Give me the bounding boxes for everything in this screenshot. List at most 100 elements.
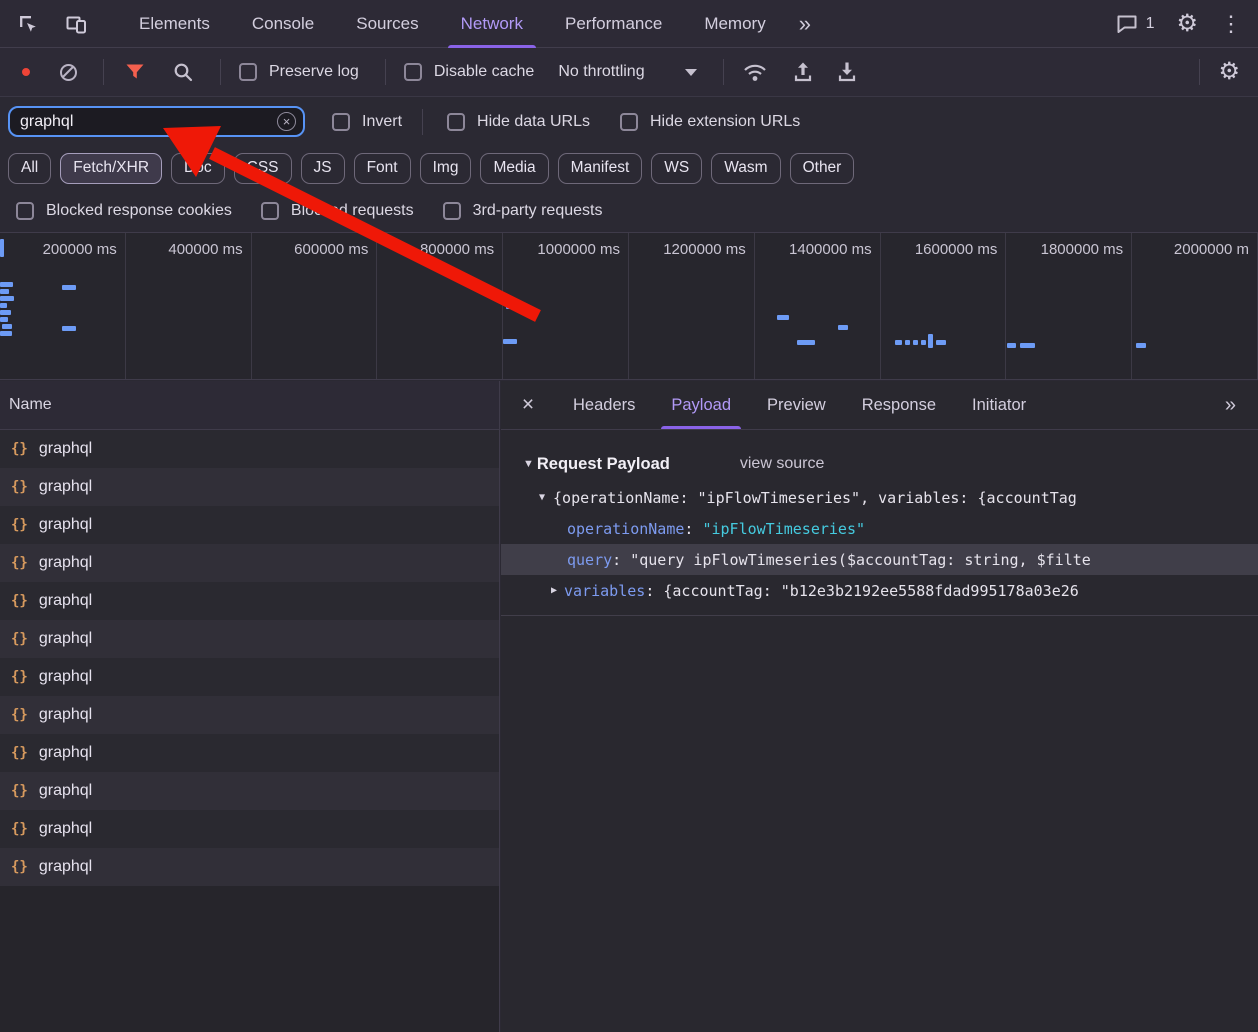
type-filter-chip[interactable]: Font [353,152,411,184]
fetch-xhr-icon: {} [11,707,28,723]
vertical-divider [722,59,724,85]
panel-tab[interactable]: Network [440,0,544,48]
timeline-tick-label: 800000 ms [419,241,495,258]
payload-root-row[interactable]: ▼ {operationName: "ipFlowTimeseries", va… [501,482,1258,513]
type-filter-chip[interactable]: JS [300,152,345,184]
toolbar-left-icons [0,12,88,36]
type-filter-chip[interactable]: Wasm [711,152,781,184]
expand-triangle-icon[interactable]: ▶ [551,585,557,596]
panel-tab[interactable]: Memory [683,0,786,48]
search-icon[interactable] [172,61,194,83]
request-row[interactable]: {} graphql [0,696,499,734]
checkbox-box[interactable] [332,112,350,131]
detail-tab[interactable]: Initiator [954,381,1044,429]
detail-tab[interactable]: Preview [749,381,844,429]
expand-triangle-icon[interactable]: ▼ [539,492,545,503]
kebab-menu-icon[interactable]: ⋮ [1220,12,1242,35]
type-filter-chip[interactable]: Media [480,152,549,184]
payload-value: "query ipFlowTimeseries($accountTag: str… [630,550,1091,569]
collapse-triangle-icon[interactable]: ▼ [523,458,534,470]
detail-tab[interactable]: Payload [653,381,749,429]
panel-tab[interactable]: Elements [118,0,231,48]
type-filter-chip[interactable]: WS [651,152,703,184]
type-filter-chip[interactable]: CSS [233,152,292,184]
request-name: graphql [38,630,93,647]
inspect-element-icon[interactable] [16,12,40,36]
checkbox-box[interactable] [619,112,638,131]
panel-tab[interactable]: Sources [335,0,439,48]
checkbox-box[interactable] [16,202,34,220]
payload-operation-row[interactable]: operationName: "ipFlowTimeseries" [501,513,1258,544]
detail-tab[interactable]: Response [844,381,954,429]
timeline-tick-label: 1800000 ms [1040,241,1124,258]
payload-value: "ipFlowTimeseries" [702,519,866,538]
request-row[interactable]: {} graphql [0,734,499,772]
colon: : [684,519,703,538]
view-source-link[interactable]: view source [740,455,824,473]
chevron-down-icon [684,68,697,76]
request-row[interactable]: {} graphql [0,544,499,582]
network-conditions-icon[interactable] [742,61,768,83]
clear-network-log-icon[interactable] [60,63,77,81]
fetch-xhr-icon: {} [11,517,28,533]
network-overview-timeline[interactable]: 200000 ms 400000 ms 600000 ms 800000 ms … [0,232,1258,380]
filter-icon[interactable] [124,61,146,83]
checkbox-box[interactable] [447,112,466,131]
request-row[interactable]: {} graphql [0,506,499,544]
preserve-log-checkbox[interactable]: Preserve log [239,63,359,81]
device-toolbar-icon[interactable] [64,12,88,36]
request-row[interactable]: {} graphql [0,430,499,468]
settings-gear-icon[interactable]: ⚙ [1176,11,1198,36]
request-row[interactable]: {} graphql [0,848,499,886]
throttling-select[interactable]: No throttling [558,63,697,81]
timeline-segment: 200000 ms [0,233,126,379]
detail-tabs: Headers Payload Preview Response Initiator [555,381,1044,429]
request-name: graphql [38,706,93,723]
extra-filter-checkbox[interactable]: Blocked requests [260,202,414,220]
hide-extension-urls-checkbox[interactable]: Hide extension URLs [619,112,800,131]
type-filter-chip[interactable]: Other [789,152,855,184]
timeline-request-bar [905,340,910,345]
payload-key: query [567,550,613,569]
timeline-tick-label: 400000 ms [168,241,243,258]
type-filter-chip[interactable]: Img [419,152,472,184]
payload-variables-row[interactable]: ▶ variables: {accountTag: "b12e3b2192ee5… [501,575,1258,606]
more-panels-chevron-icon[interactable]: » [787,11,823,37]
issues-button[interactable]: 1 [1116,14,1154,34]
checkbox-box[interactable] [239,63,257,81]
network-filter-input[interactable]: graphql × [8,106,305,137]
export-har-icon[interactable] [836,60,858,84]
import-har-icon[interactable] [792,60,814,84]
payload-pane: ▼ Request Payload view source ▼ {operati… [501,430,1258,616]
type-filter-chip[interactable]: All [8,152,52,184]
type-filter-chip[interactable]: Manifest [557,152,643,184]
type-filter-chip[interactable]: Fetch/XHR [60,152,163,184]
request-row[interactable]: {} graphql [0,658,499,696]
timeline-request-bar [506,304,517,309]
name-column-header[interactable]: Name [0,381,499,430]
payload-query-row[interactable]: query: "query ipFlowTimeseries($accountT… [501,544,1258,575]
close-details-icon[interactable]: × [501,393,555,417]
request-row[interactable]: {} graphql [0,810,499,848]
disable-cache-checkbox[interactable]: Disable cache [403,63,534,81]
network-settings-gear-icon[interactable]: ⚙ [1218,60,1240,84]
more-detail-tabs-chevron-icon[interactable]: » [1225,394,1258,417]
checkbox-box[interactable] [442,202,461,220]
request-row[interactable]: {} graphql [0,620,499,658]
invert-checkbox[interactable]: Invert [332,112,402,131]
record-network-log-button[interactable] [22,68,30,76]
request-row[interactable]: {} graphql [0,582,499,620]
request-row[interactable]: {} graphql [0,772,499,810]
clear-filter-icon[interactable]: × [277,112,296,131]
checkbox-box[interactable] [403,63,422,81]
hide-data-urls-checkbox[interactable]: Hide data URLs [447,112,590,131]
detail-tab[interactable]: Headers [555,381,653,429]
type-filter-chip[interactable]: Doc [171,152,225,184]
request-row[interactable]: {} graphql [0,468,499,506]
extra-filter-checkbox[interactable]: Blocked response cookies [16,202,232,220]
checkbox-box[interactable] [260,202,279,220]
panel-tab[interactable]: Performance [544,0,683,48]
request-name: graphql [38,744,93,761]
extra-filter-checkbox[interactable]: 3rd-party requests [442,202,602,220]
panel-tab[interactable]: Console [231,0,335,48]
